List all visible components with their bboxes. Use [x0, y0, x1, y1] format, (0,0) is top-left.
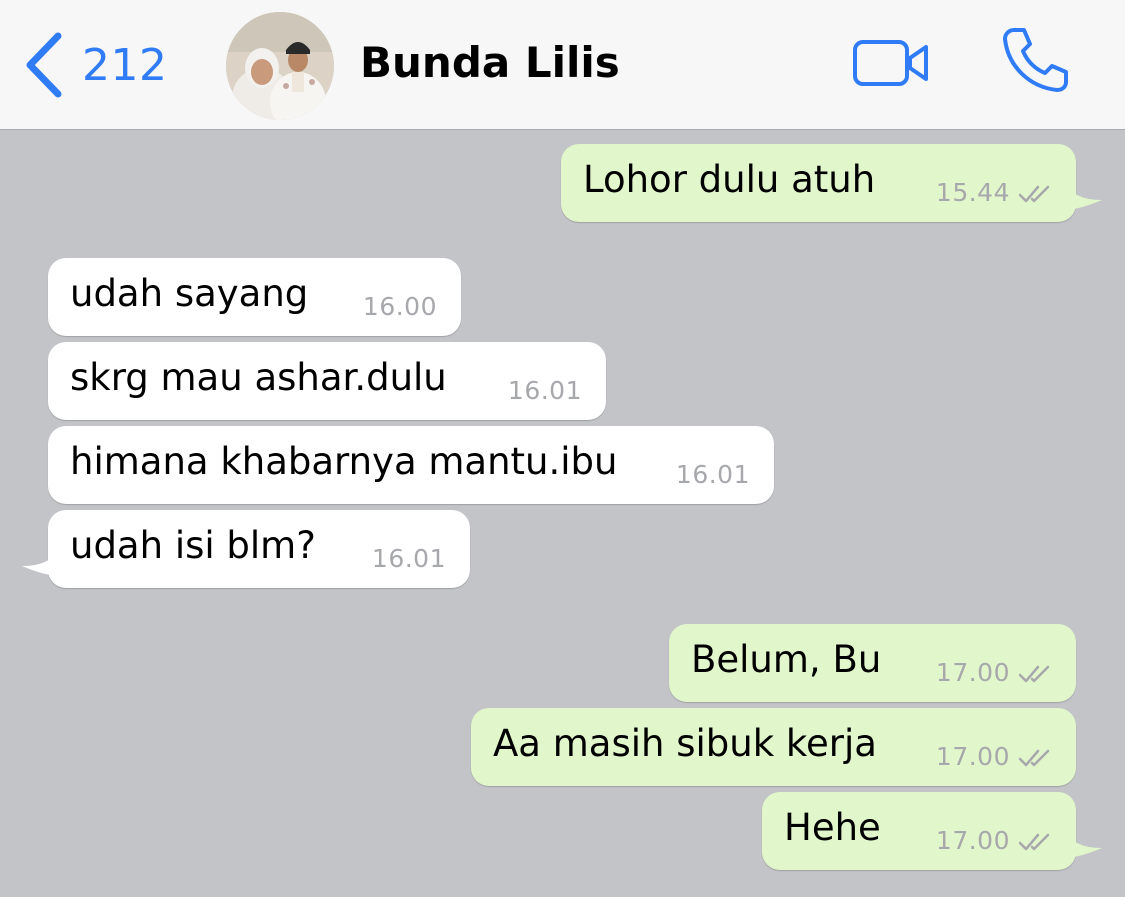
voice-call-button[interactable] — [1000, 24, 1070, 94]
message-bubble-incoming[interactable]: himana khabarnya mantu.ibu 16.01 — [48, 426, 774, 504]
message-time: 16.00 — [362, 292, 437, 321]
unread-count: 212 — [82, 40, 168, 91]
video-camera-icon — [853, 40, 928, 86]
message-bubble-incoming[interactable]: udah sayang 16.00 — [48, 258, 461, 336]
message-text: Aa masih sibuk kerja — [493, 722, 877, 765]
video-call-button[interactable] — [852, 38, 932, 88]
bubble-tail-outgoing — [1064, 828, 1102, 858]
chevron-left-icon — [26, 32, 62, 98]
message-time: 15.44 — [935, 178, 1010, 207]
bubble-tail-incoming — [22, 546, 60, 576]
message-bubble-outgoing[interactable]: Hehe 17.00 — [762, 792, 1076, 870]
message-time: 17.00 — [935, 826, 1010, 855]
message-text: udah sayang — [70, 272, 309, 315]
phone-icon — [1003, 28, 1068, 92]
message-bubble-incoming[interactable]: skrg mau ashar.dulu 16.01 — [48, 342, 606, 420]
contact-name[interactable]: Bunda Lilis — [360, 38, 620, 87]
message-bubble-outgoing[interactable]: Aa masih sibuk kerja 17.00 — [471, 708, 1076, 786]
message-time: 16.01 — [507, 376, 582, 405]
chat-header: 212 Bunda Lilis — [0, 0, 1125, 130]
message-text: Lohor dulu atuh — [583, 158, 876, 201]
message-time: 16.01 — [371, 544, 446, 573]
read-receipt-icon — [1018, 833, 1050, 851]
message-text: skrg mau ashar.dulu — [70, 356, 447, 399]
message-time: 17.00 — [935, 658, 1010, 687]
bubble-tail-outgoing — [1064, 180, 1102, 210]
back-button[interactable]: 212 — [22, 30, 182, 98]
contact-photo — [226, 12, 334, 120]
read-receipt-icon — [1018, 185, 1050, 203]
message-text: Hehe — [784, 806, 881, 849]
message-text: himana khabarnya mantu.ibu — [70, 440, 618, 483]
message-text: udah isi blm? — [70, 524, 316, 567]
message-time: 17.00 — [935, 742, 1010, 771]
read-receipt-icon — [1018, 665, 1050, 683]
avatar[interactable] — [226, 12, 334, 120]
message-bubble-outgoing[interactable]: Belum, Bu 17.00 — [669, 624, 1076, 702]
message-time: 16.01 — [675, 460, 750, 489]
read-receipt-icon — [1018, 749, 1050, 767]
message-text: Belum, Bu — [691, 638, 882, 681]
message-bubble-outgoing[interactable]: Lohor dulu atuh 15.44 — [561, 144, 1076, 222]
message-bubble-incoming[interactable]: udah isi blm? 16.01 — [48, 510, 470, 588]
